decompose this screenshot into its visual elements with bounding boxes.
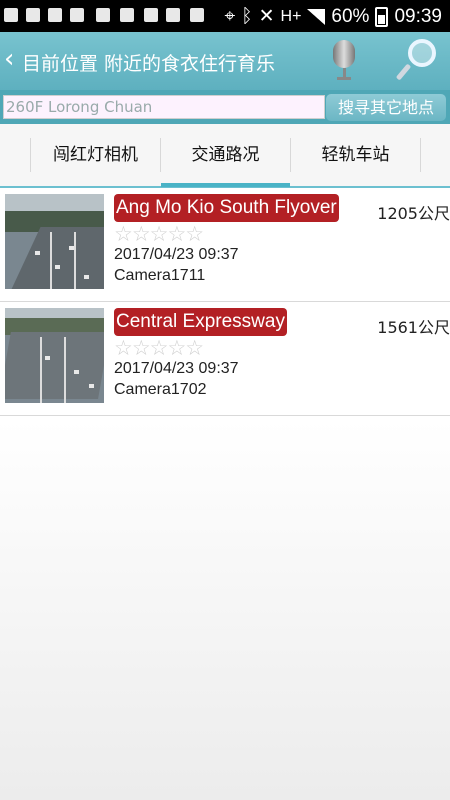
battery-percent: 60% xyxy=(331,5,370,27)
back-icon[interactable]: ‹ xyxy=(4,44,14,74)
tab-red-light-camera[interactable]: 闯红灯相机 xyxy=(30,138,160,172)
star-rating[interactable]: ☆☆☆☆☆ xyxy=(114,222,204,246)
image-icon xyxy=(48,8,62,22)
mute-icon: ✕ xyxy=(258,6,275,27)
mail-icon xyxy=(26,8,40,22)
android-icon xyxy=(120,8,134,22)
email-at-icon xyxy=(96,8,110,22)
location-input[interactable] xyxy=(3,95,325,119)
search-icon[interactable] xyxy=(395,39,436,81)
battery-icon xyxy=(375,6,389,27)
microphone-icon[interactable] xyxy=(333,40,355,80)
distance: 1561公尺 xyxy=(377,318,450,337)
tab-bar: 闯红灯相机 交通路况 轻轨车站 xyxy=(0,124,450,188)
camera-id: Camera1702 xyxy=(114,381,207,398)
timestamp: 2017/04/23 09:37 xyxy=(114,360,239,377)
distance: 1205公尺 xyxy=(377,204,450,223)
bluetooth-icon: ᛒ xyxy=(241,5,253,27)
clock: 09:39 xyxy=(394,5,442,27)
app-header: ‹ 目前位置 附近的食衣住行育乐 xyxy=(0,32,450,90)
facebook-icon xyxy=(4,8,18,22)
status-right: ⌖ ᛒ ✕ H+ 60% 09:39 xyxy=(224,5,442,28)
camera-id: Camera1711 xyxy=(114,267,206,284)
tab-lrt-stations[interactable]: 轻轨车站 xyxy=(290,138,421,172)
status-bar: ⌖ ᛒ ✕ H+ 60% 09:39 xyxy=(0,0,450,32)
location-icon: ⌖ xyxy=(224,5,236,27)
page-title[interactable]: 目前位置 附近的食衣住行育乐 xyxy=(22,49,312,76)
network-type: H+ xyxy=(280,7,302,25)
music-icon xyxy=(144,8,158,22)
camera-thumbnail[interactable] xyxy=(5,308,104,403)
camera-thumbnail[interactable] xyxy=(5,194,104,289)
camera-name: Central Expressway xyxy=(114,308,287,336)
signal-icon xyxy=(307,8,326,25)
camera-icon xyxy=(190,8,204,22)
search-other-location-button[interactable]: 搜寻其它地点 xyxy=(326,94,446,121)
location-search-bar: 搜寻其它地点 xyxy=(0,90,450,124)
star-rating[interactable]: ☆☆☆☆☆ xyxy=(114,336,204,360)
tab-traffic-conditions[interactable]: 交通路况 xyxy=(160,138,290,187)
list-item[interactable]: Ang Mo Kio South Flyover 1205公尺 ☆☆☆☆☆ 20… xyxy=(0,188,450,302)
weather-icon xyxy=(166,8,180,22)
camera-name: Ang Mo Kio South Flyover xyxy=(114,194,339,222)
timestamp: 2017/04/23 09:37 xyxy=(114,246,239,263)
wifi-icon xyxy=(70,8,84,22)
list-item[interactable]: Central Expressway 1561公尺 ☆☆☆☆☆ 2017/04/… xyxy=(0,302,450,416)
camera-list: Ang Mo Kio South Flyover 1205公尺 ☆☆☆☆☆ 20… xyxy=(0,188,450,416)
